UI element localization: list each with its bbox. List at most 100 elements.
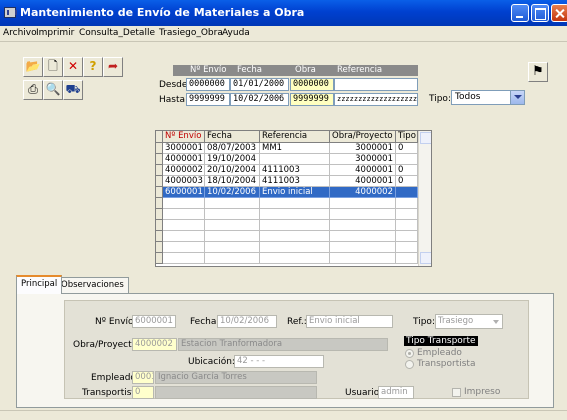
truck-icon[interactable]: ⛟ bbox=[63, 80, 83, 100]
desde-referencia-field[interactable] bbox=[334, 78, 418, 91]
row-indicator[interactable] bbox=[156, 220, 163, 231]
scroll-down-icon[interactable] bbox=[420, 252, 431, 264]
column-fecha[interactable]: Fecha bbox=[205, 131, 260, 143]
row-indicator[interactable] bbox=[156, 253, 163, 264]
obra-code-field[interactable]: 4000002 bbox=[132, 338, 177, 351]
impreso-label: Impreso bbox=[464, 387, 501, 397]
hasta-fecha-field[interactable]: 10/02/2006 bbox=[230, 93, 289, 106]
radio-transportista-label: Transportista bbox=[417, 359, 476, 369]
table-cell-obra bbox=[330, 253, 396, 264]
row-indicator[interactable] bbox=[156, 187, 163, 198]
row-indicator[interactable] bbox=[156, 209, 163, 220]
row-indicator[interactable] bbox=[156, 198, 163, 209]
table-cell-fecha: 19/10/2004 bbox=[205, 154, 260, 165]
menu-archivo[interactable]: Archivo bbox=[3, 28, 37, 38]
grid-scrollbar[interactable] bbox=[418, 131, 431, 266]
table-row[interactable]: 4000001 19/10/2004 3000001 bbox=[163, 154, 418, 165]
menu-imprimir[interactable]: Imprimir bbox=[36, 28, 74, 38]
row-indicator[interactable] bbox=[156, 176, 163, 187]
title-bar[interactable]: Mantenimiento de Envío de Materiales a O… bbox=[0, 0, 567, 26]
grid-header: Nº Envío Fecha Referencia Obra/Proyecto … bbox=[156, 131, 418, 143]
hasta-envio-field[interactable]: 9999999 bbox=[186, 93, 230, 106]
radio-transportista[interactable] bbox=[405, 360, 414, 369]
envios-grid[interactable]: Nº Envío Fecha Referencia Obra/Proyecto … bbox=[155, 130, 432, 267]
table-cell-tipo bbox=[396, 154, 418, 165]
column-tipo[interactable]: Tipo bbox=[396, 131, 418, 143]
table-cell-tipo bbox=[396, 209, 418, 220]
tipo-select[interactable]: Trasiego bbox=[435, 314, 503, 329]
table-row[interactable] bbox=[163, 220, 418, 231]
impreso-checkbox[interactable] bbox=[452, 388, 461, 397]
minimize-button[interactable] bbox=[511, 4, 529, 22]
table-row[interactable]: 4000003 18/10/2004 4111003 4000001 0 bbox=[163, 176, 418, 187]
close-button[interactable] bbox=[551, 4, 567, 22]
chevron-down-icon[interactable] bbox=[510, 91, 524, 104]
table-row[interactable] bbox=[163, 242, 418, 253]
tab-observaciones[interactable]: Observaciones bbox=[56, 277, 129, 293]
transportista-code-field[interactable]: 0 bbox=[132, 386, 154, 399]
application-window: Mantenimiento de Envío de Materiales a O… bbox=[0, 0, 567, 420]
ubicacion-field[interactable]: 42 - - - bbox=[234, 355, 324, 368]
table-row[interactable] bbox=[163, 231, 418, 242]
table-row[interactable] bbox=[163, 209, 418, 220]
delete-icon[interactable]: ✕ bbox=[63, 57, 83, 77]
exit-icon[interactable]: ➦ bbox=[103, 57, 123, 77]
preview-icon[interactable]: 🔍 bbox=[43, 80, 63, 100]
desde-envio-field[interactable]: 0000000 bbox=[186, 78, 230, 91]
column-referencia[interactable]: Referencia bbox=[260, 131, 330, 143]
desde-fecha-field[interactable]: 01/01/2000 bbox=[230, 78, 289, 91]
row-indicator[interactable] bbox=[156, 242, 163, 253]
table-cell-obra bbox=[330, 198, 396, 209]
table-cell-tipo bbox=[396, 242, 418, 253]
table-row[interactable]: 4000002 20/10/2004 4111003 4000001 0 bbox=[163, 165, 418, 176]
table-cell-referencia: MM1 bbox=[260, 143, 330, 154]
column-obra[interactable]: Obra/Proyecto bbox=[330, 131, 396, 143]
fecha-field[interactable]: 10/02/2006 bbox=[217, 315, 277, 328]
row-indicator[interactable] bbox=[156, 143, 163, 154]
table-cell-envio bbox=[163, 253, 205, 264]
table-cell-fecha bbox=[205, 231, 260, 242]
table-cell-obra: 4000002 bbox=[330, 187, 396, 198]
empleado-code-field[interactable]: 0003 bbox=[132, 371, 154, 384]
table-row[interactable] bbox=[163, 253, 418, 264]
filter-header: Nº Envío Fecha Obra Referencia bbox=[173, 65, 418, 76]
menu-ayuda[interactable]: Ayuda bbox=[222, 28, 250, 38]
new-document-icon[interactable]: 🗋 bbox=[43, 57, 63, 77]
table-row[interactable]: 6000001 10/02/2006 Envio inicial 4000002 bbox=[163, 187, 418, 198]
filter-icon[interactable]: ⚑ bbox=[528, 62, 548, 82]
tipo-filter-select[interactable]: Todos bbox=[451, 90, 525, 105]
table-row[interactable] bbox=[163, 198, 418, 209]
table-cell-referencia bbox=[260, 253, 330, 264]
row-indicator[interactable] bbox=[156, 165, 163, 176]
menu-consulta-detalle[interactable]: Consulta_Detalle bbox=[79, 28, 155, 38]
print-icon[interactable]: ⎙ bbox=[23, 80, 43, 100]
usuario-field[interactable]: admin bbox=[378, 386, 414, 399]
tab-principal[interactable]: Principal bbox=[16, 275, 63, 294]
filter-header-obra: Obra bbox=[295, 65, 316, 75]
column-envio[interactable]: Nº Envío bbox=[163, 131, 205, 143]
tipo-transporte-label: Tipo Transporte bbox=[404, 336, 478, 346]
hasta-referencia-field[interactable]: zzzzzzzzzzzzzzzzzzzz bbox=[334, 93, 418, 106]
envio-field[interactable]: 6000001 bbox=[132, 315, 176, 328]
menu-bar: Archivo Imprimir Consulta_Detalle Trasie… bbox=[0, 26, 567, 42]
table-cell-fecha bbox=[205, 242, 260, 253]
empleado-name-field: Ignacio García Torres bbox=[155, 371, 317, 384]
help-icon[interactable]: ? bbox=[83, 57, 103, 77]
table-cell-envio: 4000001 bbox=[163, 154, 205, 165]
table-cell-fecha bbox=[205, 253, 260, 264]
open-folder-icon[interactable]: 📂 bbox=[23, 57, 43, 77]
tipo-label: Tipo: bbox=[413, 317, 435, 327]
hasta-obra-field[interactable]: 9999999 bbox=[290, 93, 334, 106]
hasta-label: Hasta: bbox=[159, 95, 189, 105]
table-cell-referencia bbox=[260, 154, 330, 165]
ref-field[interactable]: Envio inicial bbox=[306, 315, 393, 328]
filter-header-fecha: Fecha bbox=[237, 65, 262, 75]
desde-obra-field[interactable]: 0000000 bbox=[290, 78, 334, 91]
radio-empleado[interactable] bbox=[405, 349, 414, 358]
maximize-button[interactable] bbox=[531, 4, 549, 22]
table-row[interactable]: 3000001 08/07/2003 MM1 3000001 0 bbox=[163, 143, 418, 154]
row-indicator[interactable] bbox=[156, 154, 163, 165]
menu-trasiego-obra[interactable]: Trasiego_Obra bbox=[159, 28, 223, 38]
scroll-up-icon[interactable] bbox=[420, 132, 431, 144]
row-indicator[interactable] bbox=[156, 231, 163, 242]
